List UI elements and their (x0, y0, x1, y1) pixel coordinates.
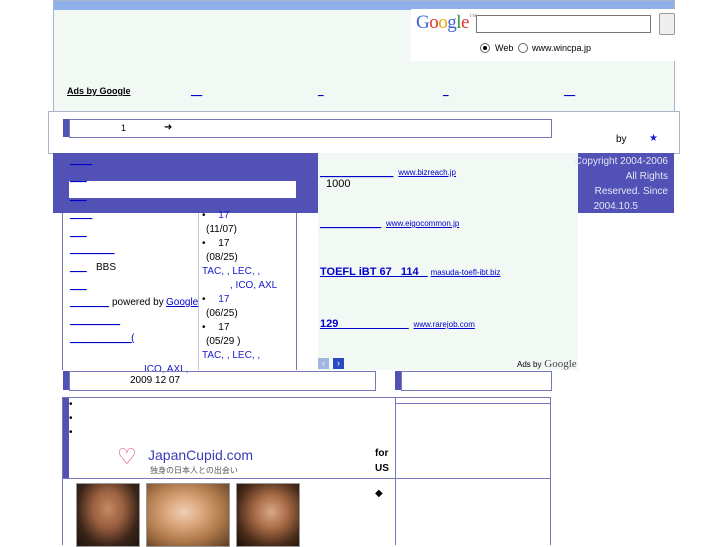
lower-right-border (550, 397, 551, 545)
news-bullet: • (202, 210, 206, 221)
ad-title[interactable]: 129 ___________ (320, 318, 409, 330)
bbs-label: BBS (96, 262, 117, 273)
left-nav-item[interactable]: ___ (70, 262, 87, 273)
news-bullet: • (202, 322, 206, 333)
news-extra[interactable]: , ICO, AXL (230, 280, 277, 291)
ad-item: TOEFL iBT 67 114 masuda-toefl-ibt.biz (320, 266, 575, 278)
cupid-bullets: • • • (69, 399, 73, 438)
left-nav-item[interactable]: ___ (70, 191, 87, 202)
news-num: 17 (218, 322, 230, 333)
top-ad-link-1[interactable]: __ (191, 86, 202, 97)
ad-item: ____________ www.bizreach.jp 1000 (320, 166, 575, 190)
news-extra[interactable]: TAC, , LEC, , (202, 350, 260, 361)
by-label: by (616, 134, 627, 145)
japancupid-banner[interactable]: ♡ JapanCupid.com 独身の日本人との出会い (69, 443, 305, 478)
star-icon[interactable]: ★ (649, 133, 658, 144)
ads-by-google-right[interactable]: Ads by Google (517, 358, 577, 370)
left-nav-item[interactable]: ____ (70, 155, 92, 166)
right-sub-line (395, 403, 550, 404)
google-search-box: Google™ Web www.wincpa.jp (411, 9, 678, 61)
lower-top-line (62, 397, 550, 398)
top-ad-link-4[interactable]: __ (564, 86, 575, 97)
profile-photo[interactable] (146, 483, 230, 547)
left-nav-item[interactable]: ____ (70, 209, 92, 220)
lower-mid-line (62, 478, 550, 479)
heart-logo-icon: ♡ (117, 444, 137, 469)
diamond-icon: ◆ (375, 488, 383, 499)
top-ad-link-2[interactable]: _ (318, 86, 324, 97)
profile-photo[interactable] (236, 483, 300, 547)
ad-title[interactable]: __________ (320, 217, 381, 229)
ad-desc: 1000 (326, 178, 351, 190)
copyright-line: Copyright 2004-2006 (574, 156, 668, 167)
radio-web-label: Web (495, 43, 514, 53)
left-nav-item[interactable]: ________ (70, 244, 115, 255)
google-search-input[interactable] (476, 15, 651, 33)
news-date: (08/25) (206, 252, 238, 263)
left-nav-item[interactable]: ___ (70, 172, 87, 183)
left-panel-left-border (62, 213, 63, 370)
news-bullet: • (202, 238, 206, 249)
ad-url[interactable]: www.bizreach.jp (398, 168, 456, 177)
ads-by-google-top[interactable]: Ads by Google (67, 86, 131, 96)
ad-title[interactable]: TOEFL iBT 67 114 (320, 266, 428, 278)
ad-url[interactable]: masuda-toefl-ibt.biz (431, 268, 501, 277)
ad-prev-button[interactable]: ‹ (318, 358, 329, 369)
profile-photo[interactable] (76, 483, 140, 547)
news-item: • 17 (05/29 ) TAC, , LEC, , (202, 321, 297, 363)
copyright-text: Copyright 2004-2006 All Rights Reserved.… (558, 154, 668, 214)
date-text: 2009 12 07 (130, 375, 181, 386)
powered-by-google-link[interactable]: Google (166, 297, 198, 308)
right-bar (401, 371, 552, 391)
radio-site[interactable] (518, 43, 528, 53)
news-num: 17 (218, 238, 230, 249)
copyright-line: 2004.10.5 (593, 201, 639, 212)
google-wordmark: Google (544, 358, 577, 370)
news-item: • 17 (06/25) (202, 293, 297, 321)
left-nav-search-box[interactable] (69, 181, 296, 198)
left-nav-item[interactable]: ___________( (70, 333, 135, 344)
left-nav-item[interactable]: _________ (70, 315, 120, 326)
ad-url[interactable]: www.eigocommon.jp (386, 219, 459, 228)
left-nav-item[interactable]: ___ (70, 280, 87, 291)
top-ad-link-3[interactable]: _ (443, 86, 449, 97)
news-item: • 17 (11/07) (202, 209, 297, 237)
news-bullet: • (202, 294, 206, 305)
ad-item: 129 ___________ www.rarejob.com (320, 318, 575, 330)
header-bar-box: 1 ➜ (69, 119, 552, 138)
ads-by-label: Ads by (517, 360, 542, 369)
japancupid-tagline: 独身の日本人との出会い (150, 466, 238, 475)
news-col-divider (198, 213, 199, 370)
radio-web[interactable] (480, 43, 490, 53)
date-bar: 2009 12 07 (69, 371, 376, 391)
news-num[interactable]: 17 (218, 294, 229, 305)
ad-item: __________ www.eigocommon.jp (320, 217, 575, 229)
news-date: (06/25) (206, 308, 238, 319)
powered-by-label: powered by (112, 297, 164, 308)
left-nav-item[interactable]: ___ (70, 227, 87, 238)
japancupid-logo: JapanCupid.com (148, 447, 254, 463)
page-number: 1 (121, 123, 127, 133)
ad-title[interactable]: ____________ (320, 166, 393, 178)
for-label: for (375, 448, 389, 459)
google-search-button[interactable] (659, 13, 675, 35)
news-extra[interactable]: TAC, , LEC, , (202, 266, 260, 277)
ad-url[interactable]: www.rarejob.com (414, 320, 475, 329)
next-arrow-icon[interactable]: ➜ (164, 122, 172, 133)
news-date: (11/07) (206, 224, 237, 235)
news-item: • 17 (08/25) TAC, , LEC, , , ICO, AXL (202, 237, 297, 293)
us-label: US (375, 463, 389, 474)
copyright-line: All Rights (625, 171, 668, 182)
lower-center-border (395, 397, 396, 545)
left-nav-item[interactable]: _______ (70, 297, 109, 308)
google-logo: Google™ (416, 12, 477, 33)
news-num[interactable]: 17 (218, 210, 229, 221)
copyright-line: Reserved. Since (594, 186, 668, 197)
radio-site-label: www.wincpa.jp (532, 43, 592, 53)
news-date: (05/29 ) (206, 336, 241, 347)
ad-next-button[interactable]: › (333, 358, 344, 369)
